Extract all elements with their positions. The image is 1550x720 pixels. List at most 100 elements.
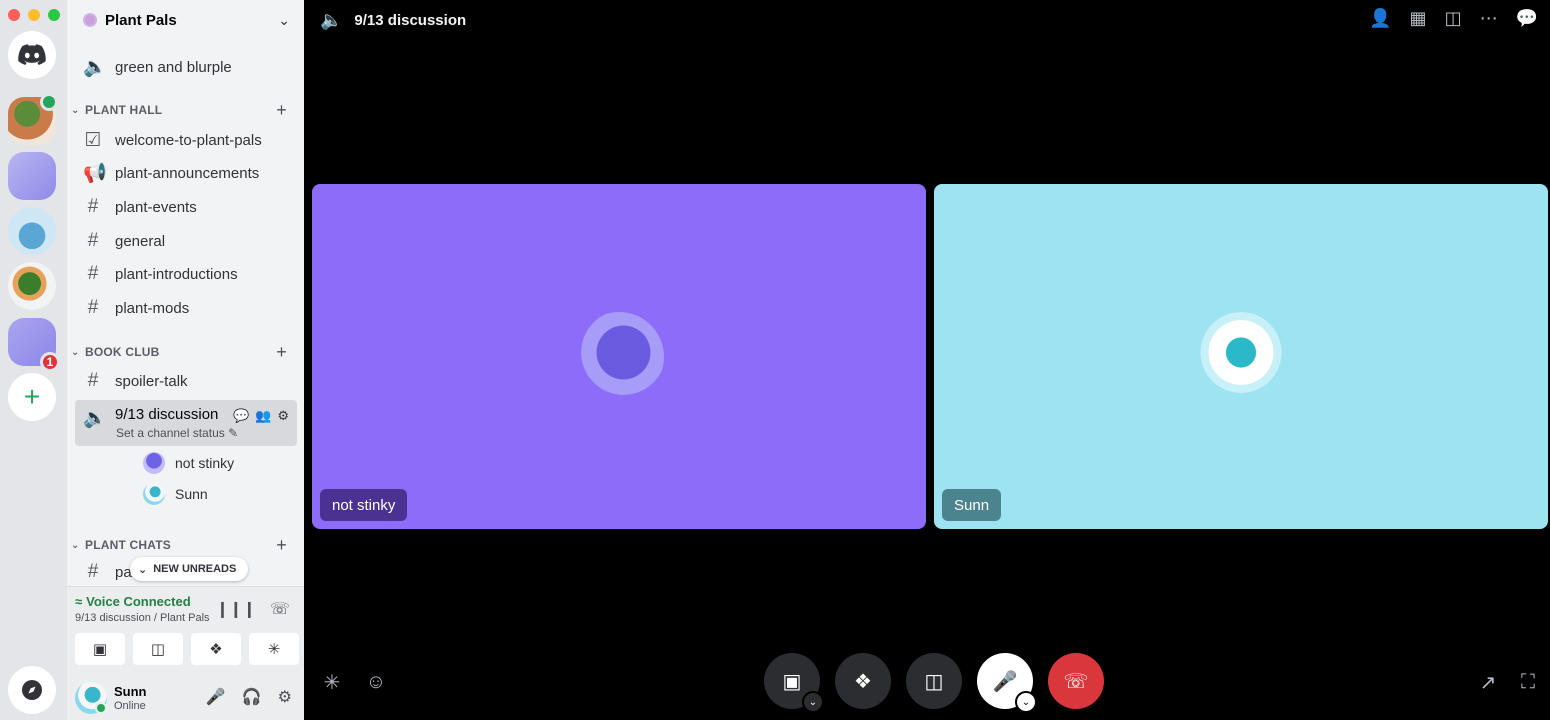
hash-icon: # <box>87 370 99 391</box>
guild-header[interactable]: Plant Pals ⌄ <box>67 0 304 40</box>
gear-icon[interactable]: ⚙ <box>278 687 292 707</box>
emoji-button[interactable]: ☺ <box>362 668 390 696</box>
discover-button[interactable] <box>8 666 56 714</box>
category-book-club[interactable]: ⌄ BOOK CLUB + <box>71 342 297 362</box>
voice-active-icon <box>40 93 58 111</box>
participant-tile[interactable]: Sunn <box>934 184 1548 529</box>
online-status-icon <box>95 702 107 714</box>
camera-off-icon: ▣ <box>782 670 802 693</box>
direct-messages-button[interactable] <box>8 31 56 79</box>
channel-general[interactable]: # general <box>75 225 297 257</box>
channel-plant-events[interactable]: # plant-events <box>75 191 297 223</box>
participant-name: Sunn <box>175 486 208 502</box>
voice-panel-icons: ❙❙❙ ☏ <box>216 599 290 619</box>
hash-icon: # <box>87 196 99 217</box>
fullscreen-icon: ⛶ <box>1521 670 1535 693</box>
chat-icon[interactable]: 💬 <box>1516 8 1538 29</box>
guild-boost-icon <box>83 13 97 27</box>
soundboard-icon: ✳ <box>267 641 281 658</box>
chevron-down-icon[interactable]: ⌄ <box>1015 691 1037 713</box>
minimize-window-button[interactable] <box>28 9 40 21</box>
chevron-down-icon[interactable]: ⌄ <box>802 691 824 713</box>
rules-icon: ☑ <box>84 129 102 151</box>
leave-call-button[interactable]: ☏ <box>1048 653 1104 709</box>
chevron-down-icon[interactable]: ⌄ <box>278 12 290 29</box>
disconnect-icon[interactable]: ☏ <box>270 599 290 619</box>
channel-status[interactable]: Set a channel status ✎ <box>116 426 238 440</box>
server-plant-pals-icon[interactable] <box>8 93 58 145</box>
signal-icon: ≈ <box>75 594 83 609</box>
pencil-icon: ✎ <box>228 426 239 440</box>
channel-plant-mods[interactable]: # plant-mods <box>75 292 297 324</box>
close-window-button[interactable] <box>8 9 20 21</box>
participant-name-label: not stinky <box>320 489 408 521</box>
noise-suppression-icon[interactable]: ❙❙❙ <box>216 599 256 619</box>
window-controls <box>8 9 60 21</box>
server-folder-2-icon[interactable]: 1 <box>8 318 60 372</box>
chevron-down-icon: ⌄ <box>138 563 148 576</box>
new-unreads-pill[interactable]: ⌄ NEW UNREADS <box>130 557 249 581</box>
add-friend-icon[interactable]: 👤 <box>1369 8 1391 29</box>
screen-share-button[interactable]: ◫ <box>906 653 962 709</box>
fullscreen-button[interactable]: ⛶ <box>1514 668 1542 696</box>
activities-button[interactable]: ❖ <box>835 653 891 709</box>
headphones-icon[interactable]: 🎧 <box>242 687 262 707</box>
voice-panel-buttons: ▣ ◫ ❖ ✳ <box>75 633 299 665</box>
channel-label: green and blurple <box>115 58 232 76</box>
voice-participant[interactable]: Sunn <box>143 482 208 506</box>
voice-connected-label: Voice Connected <box>86 594 191 609</box>
camera-button[interactable]: ▣ ⌄ <box>764 653 824 713</box>
participant-tile[interactable]: not stinky <box>312 184 926 529</box>
avatar <box>574 311 664 402</box>
chat-bubble-icon[interactable]: 💬 <box>233 408 249 424</box>
soundboard-button[interactable]: ✳ <box>249 633 299 665</box>
gear-icon[interactable]: ⚙ <box>277 408 289 424</box>
hash-icon: # <box>87 263 99 284</box>
call-header-icons: 👤 ▦ ◫ ⋯ 💬 <box>1369 8 1538 29</box>
more-options-icon[interactable]: ⋯ <box>1480 8 1498 29</box>
channel-label: general <box>115 232 166 250</box>
stream-icon[interactable]: ◫ <box>1445 8 1462 29</box>
category-label: PLANT CHATS <box>85 538 171 552</box>
pop-out-icon: ↗ <box>1479 671 1497 694</box>
channel-plant-introductions[interactable]: # plant-introductions <box>75 258 297 290</box>
mute-button[interactable]: 🎤 ⌄ <box>977 653 1037 713</box>
avatar <box>143 452 165 474</box>
server-duck-icon[interactable] <box>8 262 56 310</box>
channel-green-and-blurple[interactable]: 🔈 green and blurple <box>75 51 297 83</box>
channel-plant-announcements[interactable]: 📢 plant-announcements <box>75 157 297 189</box>
avatar <box>143 483 165 505</box>
screen-share-icon: ◫ <box>924 670 944 693</box>
add-server-button[interactable]: + <box>8 373 56 421</box>
screen-share-button[interactable]: ◫ <box>133 633 183 665</box>
voice-connected-subtitle[interactable]: 9/13 discussion / Plant Pals <box>75 612 210 624</box>
voice-connected-title[interactable]: ≈ Voice Connected <box>75 594 191 609</box>
guild-name: Plant Pals <box>105 11 177 29</box>
pop-out-button[interactable]: ↗ <box>1474 668 1502 696</box>
channel-welcome-to-plant-pals[interactable]: ☑ welcome-to-plant-pals <box>75 124 297 156</box>
channel-label: 9/13 discussion <box>115 406 219 423</box>
channel-actions: 💬 👥 ⚙ <box>233 408 289 424</box>
camera-off-button[interactable]: ▣ <box>75 633 125 665</box>
user-status: Online <box>114 700 146 712</box>
discord-logo-icon <box>18 44 46 65</box>
soundboard-button[interactable]: ✳ <box>318 668 346 696</box>
create-channel-icon[interactable]: + <box>276 342 287 363</box>
server-rail: 1 + <box>0 0 66 720</box>
microphone-icon[interactable]: 🎤 <box>206 687 226 707</box>
voice-participant[interactable]: not stinky <box>143 451 234 475</box>
maximize-window-button[interactable] <box>48 9 60 21</box>
channel-spoiler-talk[interactable]: # spoiler-talk <box>75 365 297 397</box>
category-plant-hall[interactable]: ⌄ PLANT HALL + <box>71 100 297 120</box>
server-water-icon[interactable] <box>8 207 56 255</box>
create-channel-icon[interactable]: + <box>276 535 287 556</box>
activities-button[interactable]: ❖ <box>191 633 241 665</box>
invite-icon[interactable]: 👥 <box>255 408 271 424</box>
server-folder-icon[interactable] <box>8 152 56 200</box>
channel-label: spoiler-talk <box>115 372 188 390</box>
username[interactable]: Sunn <box>114 684 147 699</box>
category-plant-chats[interactable]: ⌄ PLANT CHATS + <box>71 535 297 555</box>
channel-9-13-discussion[interactable]: 🔈 9/13 discussion Set a channel status ✎… <box>75 400 297 446</box>
create-channel-icon[interactable]: + <box>276 100 287 121</box>
grid-layout-icon[interactable]: ▦ <box>1410 8 1427 29</box>
